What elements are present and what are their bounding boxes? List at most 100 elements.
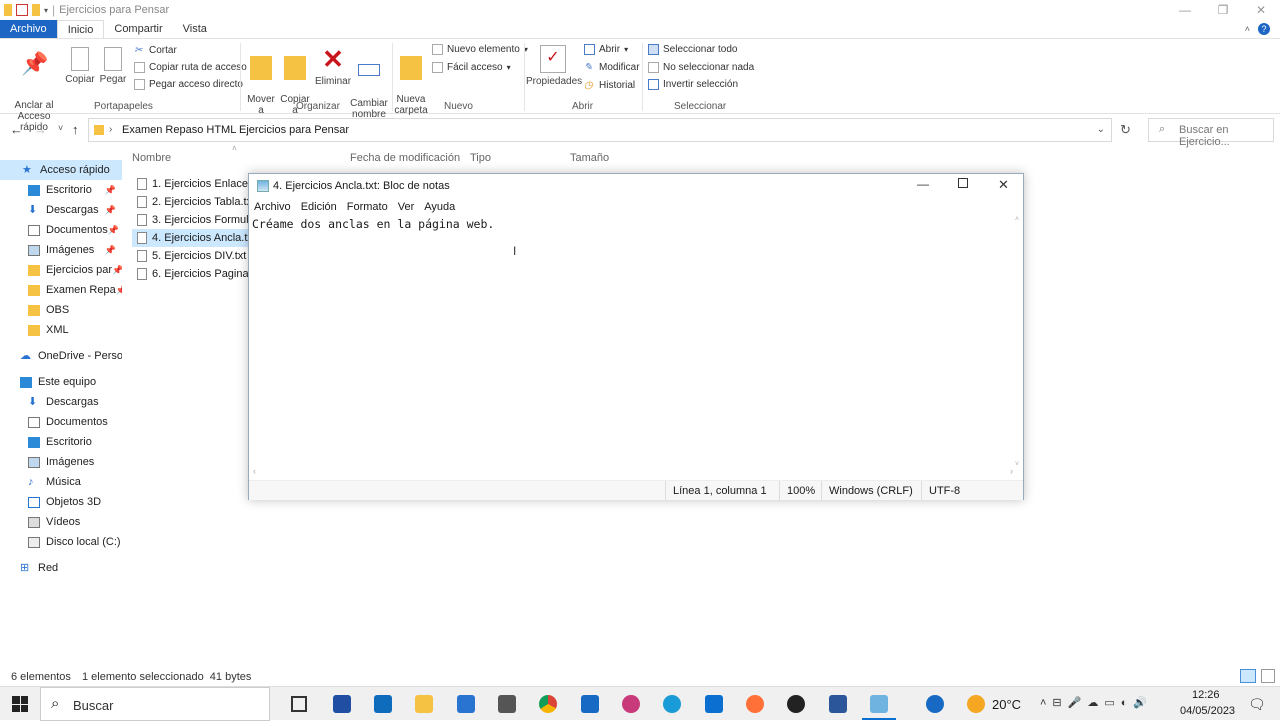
temperature[interactable]: 20°C	[992, 697, 1021, 712]
notifications-icon[interactable]: 🗨	[1248, 696, 1266, 713]
details-view-icon[interactable]	[1240, 669, 1256, 683]
vertical-scrollbar[interactable]: ˄ ˅	[1015, 216, 1023, 468]
rename-button[interactable]: Cambiar nombre	[350, 45, 388, 120]
breadcrumb-examen[interactable]: Examen Repaso HTML	[122, 124, 236, 136]
new-folder-button[interactable]: Nueva carpeta	[394, 45, 428, 116]
select-none-button[interactable]: No seleccionar nada	[648, 62, 754, 73]
file-row[interactable]: 1. Ejercicios Enlace.txt	[132, 175, 252, 193]
nav-pc-videos[interactable]: Vídeos	[0, 512, 122, 532]
history-button[interactable]: ◷ Historial	[584, 80, 635, 91]
snipping-tool-icon[interactable]	[622, 695, 640, 713]
nav-network[interactable]: ⊞ Red	[0, 558, 122, 578]
move-to-button[interactable]: Mover a	[244, 45, 278, 116]
nav-item-examen[interactable]: Examen Repa 📌	[0, 280, 122, 300]
word-icon[interactable]	[829, 695, 847, 713]
file-row[interactable]: 2. Ejercicios Tabla.txt	[132, 193, 252, 211]
file-explorer-icon[interactable]	[415, 695, 433, 713]
properties-check-icon[interactable]	[16, 4, 28, 16]
copy-path-button[interactable]: Copiar ruta de acceso	[134, 62, 247, 73]
help-tray-icon[interactable]	[926, 695, 944, 713]
delete-button[interactable]: ✕ Eliminar	[314, 45, 352, 87]
new-folder-icon[interactable]	[32, 4, 40, 16]
nav-pc-escritorio[interactable]: Escritorio	[0, 432, 122, 452]
nav-pc-imagenes[interactable]: Imágenes	[0, 452, 122, 472]
scroll-up-icon[interactable]: ˄	[1015, 216, 1019, 223]
taskbar-search-box[interactable]: ⌕ Buscar	[40, 687, 270, 721]
horizontal-scrollbar[interactable]: ‹ ›	[251, 466, 1015, 478]
store-icon[interactable]	[705, 695, 723, 713]
menu-archivo[interactable]: Archivo	[249, 201, 296, 213]
invert-selection-button[interactable]: Invertir selección	[648, 79, 738, 90]
file-row[interactable]: 3. Ejercicios Formulario	[132, 211, 252, 229]
paste-button[interactable]: Pegar	[98, 47, 128, 85]
menu-ver[interactable]: Ver	[393, 201, 420, 213]
clock-date[interactable]: 04/05/2023	[1180, 705, 1235, 717]
nav-pc-descargas[interactable]: ⬇ Descargas	[0, 392, 122, 412]
cut-button[interactable]: ✂ Cortar	[134, 45, 177, 56]
tab-archivo[interactable]: Archivo	[0, 20, 57, 38]
clock-time[interactable]: 12:26	[1192, 689, 1220, 701]
column-header-type[interactable]: Tipo	[470, 152, 491, 166]
weather-sun-icon[interactable]	[967, 695, 985, 713]
powershell-icon[interactable]	[333, 695, 351, 713]
new-item-button[interactable]: Nuevo elemento ▾	[432, 44, 528, 55]
nav-item-ejercicios[interactable]: Ejercicios par 📌	[0, 260, 122, 280]
column-header-size[interactable]: Tamaño	[570, 152, 609, 166]
properties-button[interactable]: ✓ Propiedades	[526, 45, 582, 87]
nav-item-documentos[interactable]: Documentos 📌	[0, 220, 122, 240]
nav-item-obs[interactable]: OBS	[0, 300, 122, 320]
nav-pc-musica[interactable]: ♪ Música	[0, 472, 122, 492]
scroll-down-icon[interactable]: ˅	[1015, 461, 1019, 468]
file-row[interactable]: 6. Ejercicios Pagina We	[132, 265, 252, 283]
back-arrow-icon[interactable]: ←	[10, 122, 23, 137]
outlook-icon[interactable]	[374, 695, 392, 713]
notepad-maximize-button[interactable]	[958, 178, 968, 188]
open-button[interactable]: Abrir ▾	[584, 44, 628, 55]
address-box[interactable]: › Examen Repaso HTML › Ejercicios para P…	[88, 118, 1112, 142]
refresh-icon[interactable]: ↻	[1120, 122, 1131, 138]
obs-icon[interactable]	[787, 695, 805, 713]
nav-item-escritorio[interactable]: Escritorio 📌	[0, 180, 122, 200]
nav-pc-objetos3d[interactable]: Objetos 3D	[0, 492, 122, 512]
nav-pc-disco-c[interactable]: Disco local (C:)	[0, 532, 122, 552]
edge-icon[interactable]	[663, 695, 681, 713]
file-row[interactable]: 5. Ejercicios DIV.txt	[132, 247, 252, 265]
nav-item-descargas[interactable]: ⬇ Descargas 📌	[0, 200, 122, 220]
forward-arrow-icon[interactable]: →	[34, 122, 47, 137]
paste-shortcut-button[interactable]: Pegar acceso directo	[134, 79, 243, 90]
file-row-selected[interactable]: 4. Ejercicios Ancla.txt	[132, 229, 252, 247]
photos-icon[interactable]	[581, 695, 599, 713]
scroll-left-icon[interactable]: ‹	[253, 466, 256, 476]
nav-this-pc[interactable]: Este equipo	[0, 372, 122, 392]
copy-button[interactable]: Copiar	[64, 47, 96, 85]
search-input[interactable]: ⌕ Buscar en Ejercicio...	[1148, 118, 1274, 148]
help-icon[interactable]: ?	[1258, 23, 1270, 35]
tab-compartir[interactable]: Compartir	[104, 20, 172, 38]
nav-item-xml[interactable]: XML	[0, 320, 122, 340]
up-arrow-icon[interactable]: ↑	[72, 122, 79, 137]
system-tray-icons[interactable]: ˄⊟🎤☁▭◐🔊	[1040, 696, 1153, 709]
column-header-name[interactable]: Nombre	[132, 152, 171, 166]
close-button[interactable]: ✕	[1242, 0, 1280, 20]
chevron-up-icon[interactable]: ˄	[1245, 24, 1250, 34]
easy-access-button[interactable]: Fácil acceso ▾	[432, 62, 511, 73]
large-icons-view-icon[interactable]	[1261, 669, 1275, 683]
menu-ayuda[interactable]: Ayuda	[419, 201, 460, 213]
recent-locations-icon[interactable]: ˅	[58, 123, 63, 133]
chrome-icon[interactable]	[539, 695, 557, 713]
tab-vista[interactable]: Vista	[173, 20, 217, 38]
windows-start-icon[interactable]	[12, 696, 28, 712]
edit-button[interactable]: ✎ Modificar	[584, 62, 640, 73]
column-header-modified[interactable]: Fecha de modificación	[350, 152, 460, 166]
select-all-button[interactable]: Seleccionar todo	[648, 44, 738, 55]
menu-edicion[interactable]: Edición	[296, 201, 342, 213]
nav-pc-documentos[interactable]: Documentos	[0, 412, 122, 432]
maximize-button[interactable]: ❐	[1204, 0, 1242, 20]
nav-quick-access[interactable]: ★ Acceso rápido	[0, 160, 122, 180]
breadcrumb-ejercicios[interactable]: Ejercicios para Pensar	[239, 124, 349, 136]
calculator-icon[interactable]	[498, 695, 516, 713]
minimize-button[interactable]: —	[1166, 0, 1204, 20]
notepad-text-area[interactable]: Créame dos anclas en la página web.	[251, 216, 1017, 466]
scroll-right-icon[interactable]: ›	[1010, 466, 1013, 476]
notepad-close-button[interactable]: ✕	[998, 177, 1009, 193]
